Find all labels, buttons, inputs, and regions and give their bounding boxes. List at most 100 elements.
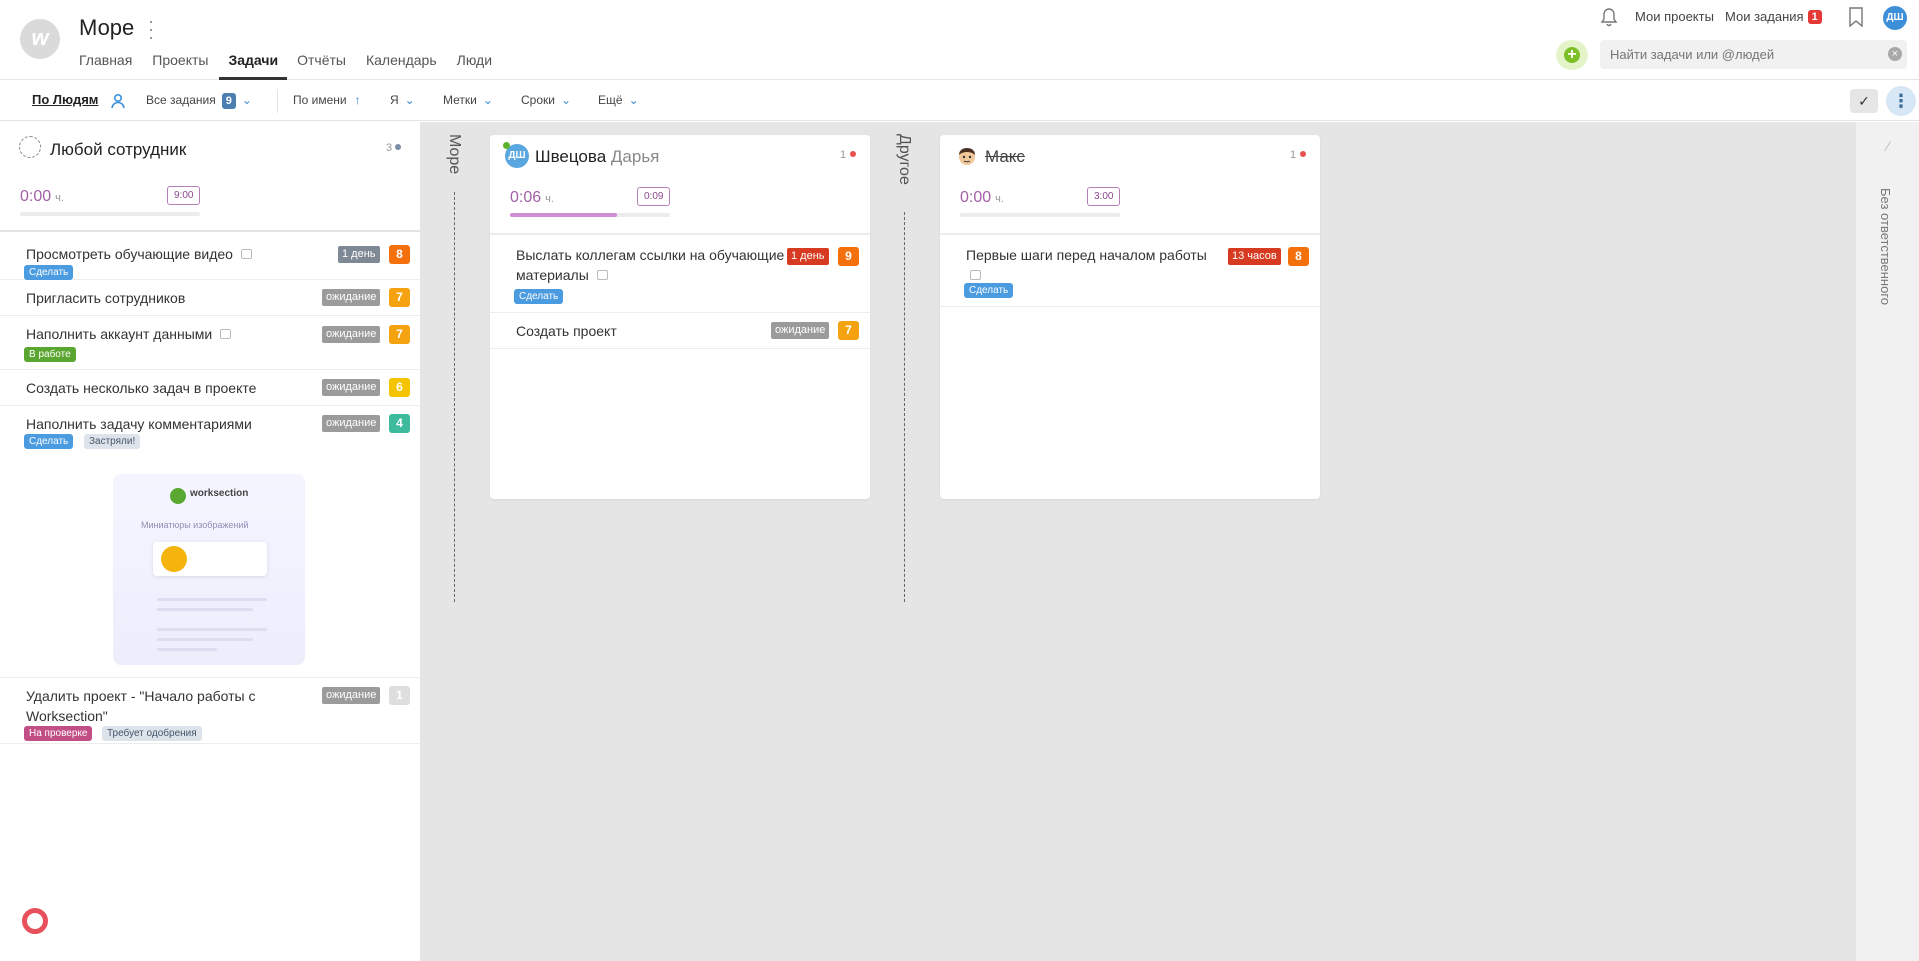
task-title[interactable]: Выслать коллегам ссылки на обучающие мат…	[516, 245, 798, 285]
more-label: Ещё	[598, 93, 623, 107]
unassigned-panel: Любой сотрудник 3 0:00 ч. 9:00 Просмотрет…	[0, 122, 421, 961]
user-avatar-emoji-icon[interactable]	[956, 145, 978, 167]
me-filter[interactable]: Я ⌄	[390, 93, 415, 107]
task-row[interactable]: Первые шаги перед началом работы Сделать…	[940, 237, 1320, 307]
task-row[interactable]: Создать несколько задач в проекте ожидан…	[0, 370, 421, 406]
preview-text-line	[157, 638, 253, 641]
filter-bar: По Людям Все задания 9 ⌄ По имени ↑ Я ⌄ Метк…	[0, 81, 1919, 121]
tag-todo[interactable]: Сделать	[964, 283, 1014, 298]
time-value: 0:00	[960, 189, 992, 206]
group-label-other: Другое	[896, 134, 913, 185]
column-user-name[interactable]: Швецова Дарья	[535, 147, 659, 167]
edit-icon[interactable]: ⁄	[1878, 138, 1898, 158]
time-progress-fill	[510, 213, 618, 217]
task-row[interactable]: Удалить проект - "Начало работы с Workse…	[0, 678, 421, 744]
task-row[interactable]: Выслать коллегам ссылки на обучающие мат…	[490, 237, 870, 313]
user-firstname: Дарья	[610, 147, 660, 166]
project-menu-icon[interactable]: · · ·	[146, 12, 156, 46]
unassigned-strip[interactable]: ⁄ Без ответственного	[1855, 122, 1919, 961]
deadlines-label: Сроки	[521, 93, 555, 107]
tag-needs-approval[interactable]: Требует одобрения	[102, 726, 202, 741]
task-title[interactable]: Удалить проект - "Начало работы с Workse…	[26, 686, 286, 726]
all-tasks-filter[interactable]: Все задания 9 ⌄	[146, 93, 252, 109]
time-plan: 9:00	[167, 186, 201, 205]
task-title[interactable]: Создать проект	[516, 321, 617, 341]
time-unit: ч.	[55, 192, 64, 204]
tag-todo[interactable]: Сделать	[24, 265, 74, 280]
task-count: 1	[1290, 149, 1307, 161]
board: Море Другое ДШ Швецова Дарья 1 0:06 ч. 0:…	[421, 122, 1855, 961]
tab-reports[interactable]: Отчёты	[297, 50, 356, 80]
time-plan: 0:09	[637, 187, 671, 206]
tags-label: Метки	[443, 93, 477, 107]
priority-badge: 7	[838, 321, 859, 340]
priority-badge: 1	[389, 686, 410, 705]
check-icon[interactable]: ✓	[1850, 89, 1878, 113]
person-icon[interactable]	[110, 93, 126, 109]
status-dot	[1300, 151, 1307, 157]
more-filter[interactable]: Ещё ⌄	[598, 93, 639, 107]
search-input[interactable]	[1600, 40, 1907, 69]
user-surname: Швецова	[535, 147, 607, 166]
task-title[interactable]: Наполнить аккаунт данными	[26, 324, 232, 344]
deadlines-filter[interactable]: Сроки ⌄	[521, 93, 571, 107]
image-preview[interactable]: worksection Миниатюры изображений	[113, 474, 305, 665]
column-header: ДШ Швецова Дарья 1 0:06 ч. 0:09	[490, 135, 870, 235]
status-badge: ожидание	[322, 289, 381, 306]
priority-badge: 7	[389, 325, 410, 344]
help-lifebuoy-icon[interactable]	[22, 908, 48, 934]
user-column: ДШ Швецова Дарья 1 0:06 ч. 0:09 Выслать к…	[490, 135, 870, 499]
task-row[interactable]: Просмотреть обучающие видео Сделать 1 де…	[0, 234, 421, 280]
priority-badge: 4	[389, 414, 410, 433]
divider	[277, 89, 278, 113]
app-logo[interactable]: w	[20, 19, 60, 59]
tab-home[interactable]: Главная	[79, 50, 142, 80]
group-divider	[904, 212, 905, 602]
time-progress-bar	[20, 212, 200, 216]
tags-filter[interactable]: Метки ⌄	[443, 93, 493, 107]
tag-todo[interactable]: Сделать	[24, 434, 74, 449]
me-label: Я	[390, 93, 399, 107]
group-label-more: Море	[446, 134, 463, 175]
tab-calendar[interactable]: Календарь	[366, 50, 447, 80]
tag-todo[interactable]: Сделать	[514, 289, 564, 304]
sort-by-name[interactable]: По имени ↑	[293, 93, 361, 107]
task-count: 3	[386, 142, 402, 154]
tag-in-progress[interactable]: В работе	[24, 347, 76, 362]
bell-icon[interactable]	[1598, 6, 1620, 28]
tag-review[interactable]: На проверке	[24, 726, 93, 741]
task-title[interactable]: Первые шаги перед началом работы	[966, 245, 1224, 285]
task-title[interactable]: Пригласить сотрудников	[26, 288, 185, 308]
time-spent: 0:06 ч.	[510, 189, 554, 207]
clock-icon	[970, 270, 981, 280]
preview-text-line	[157, 598, 267, 601]
group-divider	[454, 192, 455, 602]
task-row[interactable]: Создать проект ожидание 7	[490, 313, 870, 349]
pin-icon	[161, 546, 187, 572]
my-projects-link[interactable]: Мои проекты	[1635, 9, 1714, 24]
task-title[interactable]: Просмотреть обучающие видео	[26, 244, 252, 264]
tab-tasks[interactable]: Задачи	[219, 50, 288, 80]
tab-projects[interactable]: Проекты	[152, 50, 218, 80]
bookmark-icon[interactable]	[1848, 6, 1864, 28]
status-dot	[850, 151, 857, 157]
task-row[interactable]: Наполнить аккаунт данными В работе ожида…	[0, 316, 421, 370]
tab-people[interactable]: Люди	[457, 50, 502, 80]
more-menu-icon[interactable]: ⋮	[1886, 86, 1916, 116]
task-title[interactable]: Наполнить задачу комментариями	[26, 414, 252, 434]
add-task-button[interactable]: +	[1556, 40, 1588, 70]
group-by-people[interactable]: По Людям	[32, 92, 98, 107]
task-row[interactable]: Пригласить сотрудников ожидание 7	[0, 280, 421, 316]
column-user-name[interactable]: Макс	[985, 147, 1025, 167]
status-badge: ожидание	[771, 322, 830, 339]
preview-brand: worksection	[190, 488, 249, 499]
clock-icon	[240, 249, 252, 259]
my-tasks-link[interactable]: Мои задания 1	[1725, 9, 1822, 24]
tag-stuck[interactable]: Застряли!	[84, 434, 141, 449]
time-unit: ч.	[995, 193, 1004, 205]
time-progress-bar	[510, 213, 670, 217]
clear-search-icon[interactable]: ×	[1888, 47, 1902, 61]
user-avatar[interactable]: ДШ	[1883, 6, 1907, 30]
task-title[interactable]: Создать несколько задач в проекте	[26, 378, 256, 398]
preview-subtitle: Миниатюры изображений	[141, 520, 249, 530]
